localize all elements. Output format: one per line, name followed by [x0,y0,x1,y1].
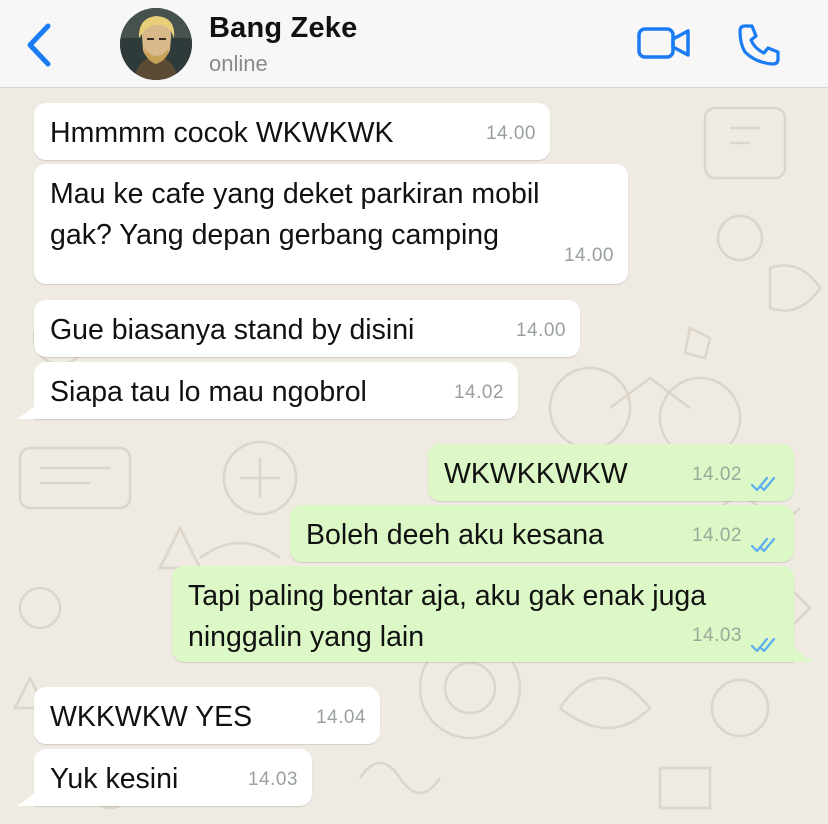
message-bubble-incoming[interactable]: WKKWKW YES 14.04 [34,687,380,744]
message-bubble-incoming[interactable]: Yuk kesini 14.03 [34,749,312,806]
message-time: 14.03 [247,769,298,790]
bubble-tail [794,648,814,662]
contact-status: online [209,51,268,76]
message-time: 14.02 [453,382,504,403]
message-text: Hmmmm cocok WKWKWK [50,117,394,149]
message-bubble-outgoing[interactable]: WKWKKWKW 14.02 [428,444,794,501]
double-check-icon [750,637,776,653]
message-bubble-outgoing[interactable]: Tapi paling bentar aja, aku gak enak jug… [172,566,794,662]
message-text: Gue biasanya stand by disini [50,314,415,346]
message-bubble-incoming[interactable]: Mau ke cafe yang deket parkiran mobil ga… [34,164,628,284]
message-time: 14.02 [691,464,742,485]
message-bubble-incoming[interactable]: Hmmmm cocok WKWKWK 14.00 [34,103,550,160]
voice-call-button[interactable] [736,22,782,68]
message-text-line: Tapi paling bentar aja, aku gak enak jug… [188,580,707,612]
message-text: Siapa tau lo mau ngobrol [50,376,367,408]
phone-icon [738,24,780,66]
message-text-line: gak? Yang depan gerbang camping [50,219,499,251]
message-time: 14.03 [691,625,742,646]
bubble-tail [16,405,36,419]
message-bubble-incoming[interactable]: Gue biasanya stand by disini 14.00 [34,300,580,357]
message-time: 14.04 [315,707,366,728]
message-text-line: ninggalin yang lain [188,621,425,653]
double-check-icon [750,476,776,492]
message-bubble-incoming[interactable]: Siapa tau lo mau ngobrol 14.02 [34,362,518,419]
back-button[interactable] [22,22,56,68]
contact-name[interactable]: Bang Zeke [209,12,357,45]
double-check-icon [750,537,776,553]
bubble-tail [16,792,36,806]
avatar[interactable] [120,8,192,80]
message-text-line: Mau ke cafe yang deket parkiran mobil [50,178,540,210]
chevron-left-icon [27,23,51,67]
message-time: 14.00 [515,320,566,341]
message-time: 14.02 [691,525,742,546]
chat-area[interactable]: Hmmmm cocok WKWKWK 14.00 Mau ke cafe yan… [0,88,828,824]
video-camera-icon [637,27,690,59]
message-time: 14.00 [563,245,614,266]
video-call-button[interactable] [636,22,692,64]
chat-header: Bang Zeke online [0,0,828,88]
message-bubble-outgoing[interactable]: Boleh deeh aku kesana 14.02 [290,505,794,562]
message-time: 14.00 [485,123,536,144]
